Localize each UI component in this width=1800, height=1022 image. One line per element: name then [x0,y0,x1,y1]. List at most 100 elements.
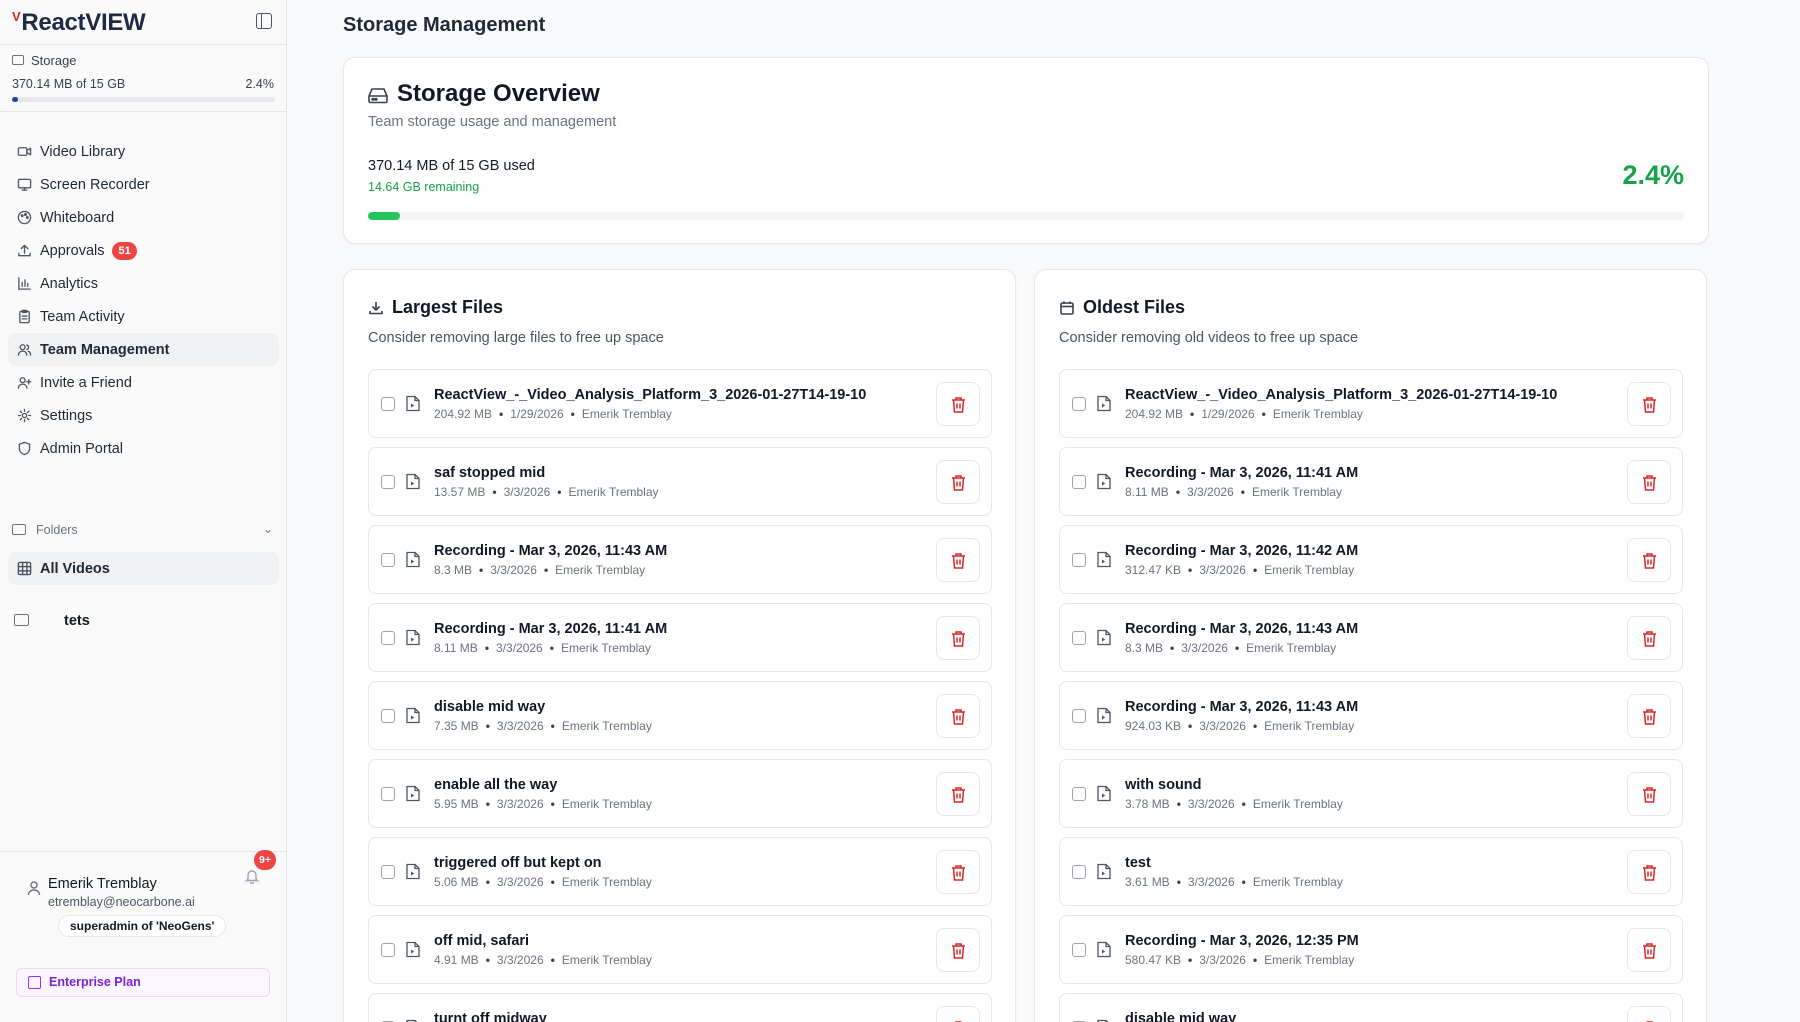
trash-icon [952,709,965,725]
file-checkbox[interactable] [381,943,395,957]
file-date: 3/3/2026 [1187,485,1234,499]
app-logo[interactable]: VReactVIEW [12,9,146,37]
file-row: test 3.61 MB • 3/3/2026 • Emerik Tremblay [1059,837,1683,906]
file-row: triggered off but kept on 5.06 MB • 3/3/202… [368,837,992,906]
file-checkbox[interactable] [1072,865,1086,879]
file-date: 3/3/2026 [496,797,544,811]
file-row: enable all the way 5.95 MB • 3/3/2026 • Emeri… [368,759,992,828]
sidebar-item-whiteboard[interactable]: Whiteboard [8,201,279,234]
file-video-icon [1097,473,1111,490]
file-checkbox[interactable] [381,787,395,801]
file-checkbox[interactable] [381,397,395,411]
file-meta: 13.57 MB • 3/3/2026 • Emerik Tremblay [434,485,659,499]
file-checkbox[interactable] [1072,943,1086,957]
file-size: 8.11 MB [1125,485,1169,499]
divider [0,851,287,852]
file-video-icon [406,629,420,646]
bell-icon[interactable] [244,868,260,885]
file-checkbox[interactable] [381,865,395,879]
delete-button[interactable] [936,382,980,426]
sidebar-item-analytics[interactable]: Analytics [8,267,279,300]
separator: • [479,563,484,577]
calendar-icon [1059,300,1075,316]
separator: • [1188,563,1193,577]
file-size: 5.06 MB [434,875,479,889]
file-checkbox[interactable] [1072,397,1086,411]
delete-button[interactable] [1627,850,1671,894]
oldest-files-card: Oldest Files Consider removing old video… [1034,269,1707,1022]
folder-name: tets [64,613,90,629]
file-date: 1/29/2026 [510,407,564,421]
overview-subtitle: Team storage usage and management [368,114,617,130]
file-size: 3.61 MB [1125,875,1170,889]
delete-button[interactable] [936,850,980,894]
overview-progress-fill [368,212,400,220]
delete-button[interactable] [1627,538,1671,582]
delete-button[interactable] [1627,928,1671,972]
sidebar-item-admin-portal[interactable]: Admin Portal [8,432,279,465]
file-checkbox[interactable] [381,709,395,723]
file-checkbox[interactable] [1072,631,1086,645]
upload-icon [17,243,32,258]
sidebar-item-label: Team Management [40,341,170,358]
hard-drive-icon [368,86,388,104]
sidebar-item-screen-recorder[interactable]: Screen Recorder [8,168,279,201]
file-date: 3/3/2026 [1187,875,1235,889]
sidebar-item-approvals[interactable]: Approvals 51 [8,234,279,267]
delete-button[interactable] [936,928,980,972]
separator: • [1240,485,1245,499]
delete-button[interactable] [1627,772,1671,816]
file-checkbox[interactable] [1072,475,1086,489]
file-meta: 3.61 MB • 3/3/2026 • Emerik Tremblay [1125,875,1343,889]
file-video-icon [406,473,420,490]
delete-button[interactable] [936,616,980,660]
delete-button[interactable] [1627,382,1671,426]
divider [0,111,287,112]
delete-button[interactable] [936,694,980,738]
delete-button[interactable] [936,538,980,582]
file-checkbox[interactable] [1072,553,1086,567]
file-meta: 3.78 MB • 3/3/2026 • Emerik Tremblay [1125,797,1343,811]
folder-item[interactable]: tets [12,610,275,632]
file-checkbox[interactable] [381,631,395,645]
file-row: Recording - Mar 3, 2026, 11:43 AM 8.3 MB •… [1059,603,1683,672]
storage-overview-card: Storage Overview Team storage usage and … [343,57,1709,244]
file-name: Recording - Mar 3, 2026, 11:42 AM [1125,543,1359,559]
file-date: 3/3/2026 [1199,953,1246,967]
all-videos-item[interactable]: All Videos [8,552,279,585]
delete-button[interactable] [936,1006,980,1022]
sidebar-toggle-icon[interactable] [256,13,272,29]
divider [0,44,287,45]
file-date: 1/29/2026 [1201,407,1255,421]
file-size: 580.47 KB [1125,953,1182,967]
folders-header[interactable]: Folders ⌄ [12,522,275,537]
delete-button[interactable] [936,460,980,504]
file-owner: Emerik Tremblay [1264,719,1355,733]
delete-button[interactable] [1627,460,1671,504]
file-name: Recording - Mar 3, 2026, 11:43 AM [1125,621,1359,637]
file-owner: Emerik Tremblay [561,719,652,733]
sidebar-item-team-management[interactable]: Team Management [8,333,279,366]
file-checkbox[interactable] [1072,787,1086,801]
approvals-count-badge: 51 [112,241,137,260]
file-row: Recording - Mar 3, 2026, 12:35 PM 580.47 … [1059,915,1683,984]
chevron-down-icon[interactable]: ⌄ [263,522,273,536]
sidebar-item-settings[interactable]: Settings [8,399,279,432]
file-size: 924.03 KB [1125,719,1182,733]
sidebar-item-video-library[interactable]: Video Library [8,135,279,168]
delete-button[interactable] [936,772,980,816]
trash-icon [952,631,965,647]
sidebar-item-team-activity[interactable]: Team Activity [8,300,279,333]
file-date: 3/3/2026 [1187,797,1235,811]
enterprise-plan-button[interactable]: Enterprise Plan [16,968,270,997]
delete-button[interactable] [1627,694,1671,738]
file-checkbox[interactable] [381,553,395,567]
delete-button[interactable] [1627,616,1671,660]
file-video-icon [406,551,420,568]
file-checkbox[interactable] [1072,709,1086,723]
file-date: 3/3/2026 [1199,719,1246,733]
file-checkbox[interactable] [381,475,395,489]
delete-button[interactable] [1627,1006,1671,1022]
sidebar-item-invite-a-friend[interactable]: Invite a Friend [8,366,279,399]
separator: • [557,485,562,499]
